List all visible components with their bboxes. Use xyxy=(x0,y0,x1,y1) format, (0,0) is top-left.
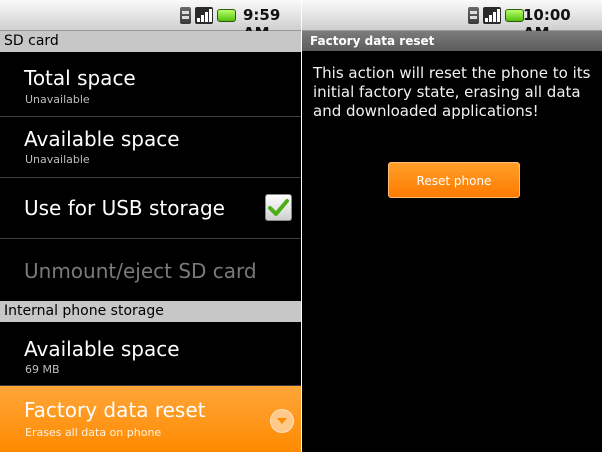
list-item-subtitle: Erases all data on phone xyxy=(25,426,162,439)
sim-card-icon xyxy=(180,6,191,24)
reset-phone-button[interactable]: Reset phone xyxy=(388,162,520,198)
list-item-available-space-sd[interactable]: Available space Unavailable xyxy=(0,117,301,177)
list-item-title: Available space xyxy=(24,337,180,361)
battery-icon xyxy=(217,8,236,22)
signal-icon xyxy=(195,6,213,24)
list-item-available-space-internal[interactable]: Available space 69 MB xyxy=(0,322,301,385)
chevron-down-icon xyxy=(270,409,294,433)
signal-icon xyxy=(483,6,501,24)
list-item-title: Unmount/eject SD card xyxy=(24,259,257,283)
reset-description: This action will reset the phone to its … xyxy=(313,64,591,120)
list-item-title: Available space xyxy=(24,127,180,151)
page-title: Factory data reset xyxy=(302,31,602,51)
status-bar: 9:59 AM xyxy=(0,0,301,42)
list-item-total-space[interactable]: Total space Unavailable xyxy=(0,52,301,116)
list-item-subtitle: 69 MB xyxy=(25,363,60,376)
list-item-factory-reset[interactable]: Factory data reset Erases all data on ph… xyxy=(0,386,301,452)
sim-card-icon xyxy=(468,6,479,24)
status-bar: 10:00 AM xyxy=(302,0,602,42)
battery-icon xyxy=(505,8,524,22)
storage-settings-screen: 9:59 AM SD card Total space Unavailable … xyxy=(0,0,301,452)
list-item-title: Total space xyxy=(24,66,136,90)
checkmark-icon xyxy=(268,199,289,216)
list-item-unmount-sd: Unmount/eject SD card xyxy=(0,239,301,299)
factory-reset-screen: 10:00 AM Factory data reset This action … xyxy=(302,0,602,452)
list-item-subtitle: Unavailable xyxy=(25,153,90,166)
status-icons xyxy=(180,6,236,24)
list-item-title: Factory data reset xyxy=(24,398,206,422)
list-item-subtitle: Unavailable xyxy=(25,93,90,106)
list-item-usb-storage[interactable]: Use for USB storage xyxy=(0,178,301,238)
list-item-title: Use for USB storage xyxy=(24,196,225,220)
section-header-internal-storage: Internal phone storage xyxy=(0,301,301,322)
section-header-sd-card: SD card xyxy=(0,31,301,52)
status-icons xyxy=(468,6,524,24)
usb-storage-checkbox[interactable] xyxy=(265,194,292,221)
